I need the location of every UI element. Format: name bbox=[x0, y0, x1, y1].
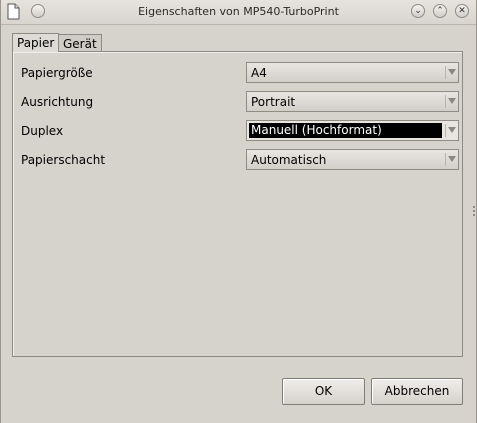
select-value: Portrait bbox=[251, 95, 296, 109]
maximize-button[interactable]: ⌃ bbox=[433, 4, 447, 18]
close-button[interactable]: ✕ bbox=[455, 4, 469, 18]
papiergroesse-select[interactable]: A4 bbox=[246, 62, 459, 83]
papierschacht-label: Papierschacht bbox=[21, 153, 106, 167]
chevron-down-icon bbox=[445, 153, 456, 166]
duplex-select[interactable]: Manuell (Hochformat) bbox=[246, 120, 459, 141]
dialog-window: Eigenschaften von MP540-TurboPrint ⌄ ⌃ ✕… bbox=[0, 0, 477, 423]
ausrichtung-select[interactable]: Portrait bbox=[246, 91, 459, 112]
duplex-label: Duplex bbox=[21, 124, 64, 138]
tab-geraet[interactable]: Gerät bbox=[58, 34, 102, 52]
select-value: Manuell (Hochformat) bbox=[249, 123, 442, 138]
resize-grip[interactable] bbox=[473, 206, 476, 218]
tab-label: Gerät bbox=[63, 37, 97, 51]
chevron-down-icon bbox=[445, 66, 456, 79]
cancel-button[interactable]: Abbrechen bbox=[371, 378, 463, 405]
select-value: A4 bbox=[251, 66, 267, 80]
papierschacht-select[interactable]: Automatisch bbox=[246, 149, 459, 170]
minimize-button[interactable]: ⌄ bbox=[411, 4, 425, 18]
chevron-down-icon bbox=[445, 124, 456, 137]
chevron-up-icon: ⌃ bbox=[436, 5, 444, 16]
select-value: Automatisch bbox=[251, 153, 327, 167]
window-title: Eigenschaften von MP540-TurboPrint bbox=[138, 5, 339, 18]
close-icon: ✕ bbox=[458, 5, 466, 16]
chevron-down-icon bbox=[445, 95, 456, 108]
title-bar[interactable]: Eigenschaften von MP540-TurboPrint ⌄ ⌃ ✕ bbox=[1, 0, 476, 25]
tab-papier[interactable]: Papier bbox=[12, 33, 59, 52]
tab-label: Papier bbox=[17, 36, 55, 50]
ausrichtung-label: Ausrichtung bbox=[21, 95, 94, 109]
chevron-down-icon: ⌄ bbox=[414, 5, 422, 16]
papiergroesse-label: Papiergröße bbox=[21, 66, 93, 80]
ok-button[interactable]: OK bbox=[282, 378, 365, 405]
